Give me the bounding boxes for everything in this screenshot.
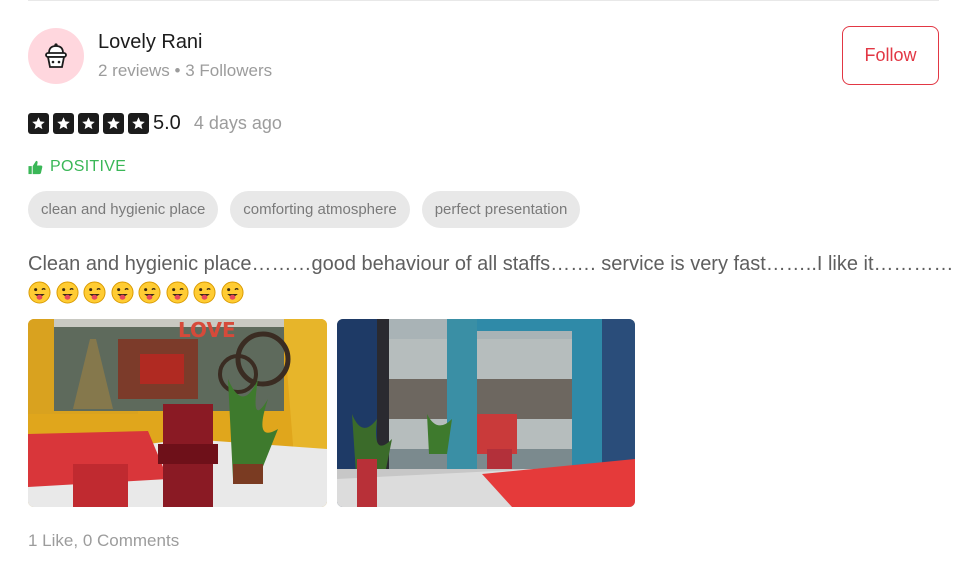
tongue-wink-emoji xyxy=(193,281,216,304)
star-icon xyxy=(103,112,124,134)
cupcake-icon xyxy=(45,43,67,68)
tag-chip[interactable]: comforting atmosphere xyxy=(230,191,410,228)
tongue-wink-emoji xyxy=(55,281,79,304)
review-time: 4 days ago xyxy=(193,112,282,133)
tongue-wink-emoji xyxy=(165,281,189,304)
review-text: Clean and hygienic place………good behaviou… xyxy=(28,253,954,275)
review-photo-restaurant-window[interactable] xyxy=(337,319,635,507)
tongue-wink-emoji xyxy=(220,281,244,304)
sentiment-label: POSITIVE xyxy=(50,158,127,175)
likes-count[interactable]: 1 Like, xyxy=(28,531,78,550)
avatar[interactable] xyxy=(28,28,84,84)
tag-list: clean and hygienic place comforting atmo… xyxy=(28,191,592,228)
tongue-wink-emoji xyxy=(83,281,106,304)
star-icon xyxy=(78,112,99,134)
sentiment-badge: POSITIVE xyxy=(28,158,126,176)
reviewer-name[interactable]: Lovely Rani xyxy=(98,31,203,54)
reviews-count: 2 reviews xyxy=(98,61,170,80)
tongue-wink-emoji xyxy=(138,281,161,304)
followers-count: 3 Followers xyxy=(185,61,273,80)
rating-value: 5.0 xyxy=(153,111,181,134)
top-divider xyxy=(28,0,939,1)
reviewer-stats: 2 reviews • 3 Followers xyxy=(98,61,272,81)
tongue-wink-emoji xyxy=(110,281,134,304)
tongue-wink-emoji xyxy=(28,281,51,304)
star-icon xyxy=(53,112,74,134)
star-icon xyxy=(128,112,149,134)
tag-chip[interactable]: perfect presentation xyxy=(421,191,581,228)
stats-separator: • xyxy=(174,61,181,80)
tag-chip[interactable]: clean and hygienic place xyxy=(28,191,219,228)
thumbs-up-icon xyxy=(28,160,43,175)
comments-count[interactable]: 0 Comments xyxy=(83,531,179,550)
follow-button[interactable]: Follow xyxy=(842,26,939,85)
engagement-stats: 1 Like, 0 Comments xyxy=(28,531,179,551)
emoji-row xyxy=(28,281,248,304)
svg-text:LOVE: LOVE xyxy=(178,319,236,342)
rating-row: 5.0 4 days ago xyxy=(28,110,282,136)
star-icon xyxy=(28,112,49,134)
review-photo-restaurant-interior[interactable]: LOVE xyxy=(28,319,327,507)
